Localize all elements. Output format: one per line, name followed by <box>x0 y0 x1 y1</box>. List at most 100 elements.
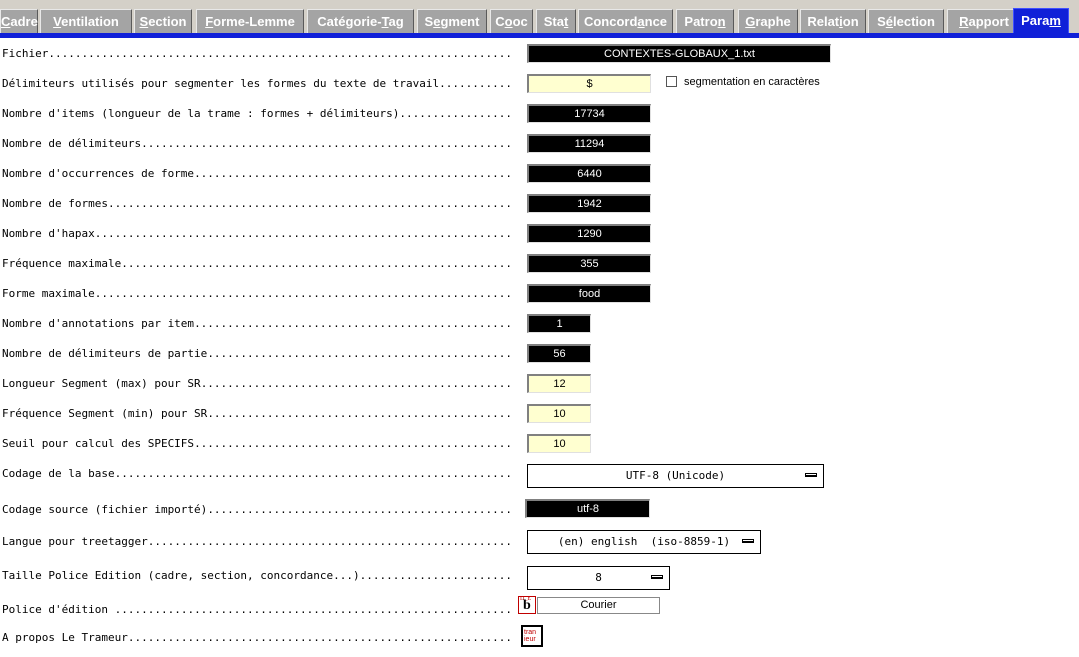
nb-formes-value: 1942 <box>527 194 651 213</box>
taille-police-select[interactable]: 8 <box>527 566 670 590</box>
tab-forme-lemme[interactable]: Forme-Lemme <box>196 9 304 33</box>
leader-dots: ........................................… <box>141 137 512 150</box>
leader-dots: ........................................… <box>48 47 512 60</box>
tab-stat[interactable]: Stat <box>536 9 576 33</box>
tab-patron[interactable]: Patron <box>676 9 734 33</box>
tab-catégorie-tag[interactable]: Catégorie-Tag <box>307 9 414 33</box>
tab-label-part: S <box>424 14 434 29</box>
tab-cooc[interactable]: Cooc <box>490 9 533 33</box>
tab-label-part: C <box>495 14 505 29</box>
tab-segment[interactable]: Segment <box>417 9 487 33</box>
tab-sélection[interactable]: Sélection <box>868 9 944 33</box>
longueur-segment-input[interactable]: 12 <box>527 374 591 393</box>
tab-section[interactable]: Section <box>134 9 192 33</box>
tab-label-part: Catégorie- <box>317 14 382 29</box>
dropdown-arrow-icon <box>742 539 754 543</box>
tab-label-mnemonic: n <box>717 14 726 29</box>
freq-segment-label: Fréquence Segment (min) pour SR <box>2 407 208 420</box>
freq-segment-input[interactable]: 10 <box>527 404 591 423</box>
tab-graphe[interactable]: Graphe <box>738 9 798 33</box>
leader-dots: ........................................… <box>107 197 512 210</box>
tab-bar: Cadre Ventilation Section Forme-Lemme Catégo… <box>0 0 1079 38</box>
nb-delim-partie-value: 56 <box>527 344 591 363</box>
delimiteurs-input[interactable]: $ <box>527 74 651 93</box>
dropdown-arrow-icon <box>651 575 663 579</box>
tab-label-mnemonic: é <box>885 14 893 29</box>
tab-label-part: S <box>877 14 886 29</box>
tab-rapport[interactable]: Rapport <box>947 9 1021 33</box>
nb-items-value: 17734 <box>527 104 651 123</box>
tab-label-part: Relat <box>807 14 840 29</box>
leader-dots: ........................................… <box>94 227 512 240</box>
tab-label-part: lection <box>893 14 935 29</box>
tab-relation[interactable]: Relation <box>800 9 866 33</box>
leader-dots: ........................................… <box>194 167 512 180</box>
select-value: (en) english (iso-8859-1) <box>557 535 731 548</box>
fichier-label: Fichier <box>2 47 49 60</box>
nb-delim-partie-label: Nombre de délimiteurs de partie <box>2 347 208 360</box>
tab-label-part: ection <box>148 14 187 29</box>
tab-label-part: apport <box>968 14 1009 29</box>
leader-dots: ........................................… <box>207 503 512 516</box>
nb-annotations-label: Nombre d'annotations par item <box>2 317 195 330</box>
dropdown-arrow-icon <box>805 473 817 477</box>
leader-dots: ........................................… <box>147 535 512 548</box>
tab-label-part: oc <box>512 14 528 29</box>
nb-occurrences-label: Nombre d'occurrences de forme <box>2 167 195 180</box>
nb-formes-label: Nombre de formes <box>2 197 108 210</box>
codage-source-label: Codage source (fichier importé) <box>2 503 208 516</box>
tab-cadre[interactable]: Cadre <box>0 9 38 33</box>
nb-items-label: Nombre d'items (longueur de la trame : f… <box>2 107 400 120</box>
tab-label-mnemonic: V <box>53 14 62 29</box>
codage-base-select[interactable]: UTF-8 (Unicode) <box>527 464 824 488</box>
tab-label-mnemonic: m <box>1049 13 1061 28</box>
leader-dots: ........................................… <box>114 603 512 616</box>
leader-dots: ........................................… <box>114 467 512 480</box>
tab-bar-strip <box>0 0 1079 8</box>
nb-annotations-value: 1 <box>527 314 591 333</box>
fichier-value: CONTEXTES-GLOBAUX_1.txt <box>527 44 831 63</box>
tab-ventilation[interactable]: Ventilation <box>40 9 132 33</box>
codage-base-label: Codage de la base <box>2 467 115 480</box>
segmentation-checkbox[interactable] <box>666 76 677 87</box>
tab-label-mnemonic: C <box>1 14 11 29</box>
leader-dots: ........................................… <box>194 437 512 450</box>
langue-treetagger-label: Langue pour treetagger <box>2 535 148 548</box>
langue-treetagger-select[interactable]: (en) english (iso-8859-1) <box>527 530 761 554</box>
tab-label-mnemonic: t <box>563 14 569 29</box>
tab-concordance[interactable]: Concordance <box>578 9 673 33</box>
leader-dots: ........................................… <box>200 377 512 390</box>
seuil-specifs-input[interactable]: 10 <box>527 434 591 453</box>
freq-max-value: 355 <box>527 254 651 273</box>
tab-label-part: gment <box>440 14 480 29</box>
tab-param[interactable]: Param <box>1013 8 1069 34</box>
tab-label-part: on <box>842 14 859 29</box>
leader-dots: ........................................… <box>207 407 512 420</box>
tab-label-part: Para <box>1021 13 1050 28</box>
tab-label-mnemonic: F <box>205 14 214 29</box>
trameur-logo-icon-line2: ieur <box>524 636 536 643</box>
font-picker-button[interactable]: D_E b <box>518 596 536 614</box>
forme-max-label: Forme maximale <box>2 287 95 300</box>
select-value: 8 <box>595 571 602 584</box>
longueur-segment-label: Longueur Segment (max) pour SR <box>2 377 201 390</box>
edition-font-field[interactable]: Courier <box>537 597 660 614</box>
tab-label-part: ag <box>388 14 404 29</box>
freq-max-label: Fréquence maximale <box>2 257 122 270</box>
a-propos-label: A propos Le Trameur <box>2 631 128 644</box>
leader-dots: ........................................… <box>127 631 512 644</box>
tab-label-part: Concord <box>583 14 638 29</box>
tab-label-part: nce <box>644 14 668 29</box>
forme-max-value: food <box>527 284 651 303</box>
tab-label-part: orme-Lemme <box>213 14 295 29</box>
nb-delimiteurs-value: 11294 <box>527 134 651 153</box>
about-trameur-button[interactable]: tran ieur <box>521 625 543 647</box>
font-picker-icon: b <box>523 598 531 613</box>
tab-label-part: entilation <box>61 14 119 29</box>
tab-label-mnemonic: o <box>504 14 513 29</box>
select-value: UTF-8 (Unicode) <box>625 469 726 482</box>
tab-label-part: Sta <box>543 14 564 29</box>
tab-label-part: raphe <box>755 14 791 29</box>
nb-occurrences-value: 6440 <box>527 164 651 183</box>
taille-police-label: Taille Police Edition (cadre, section, c… <box>2 569 360 582</box>
